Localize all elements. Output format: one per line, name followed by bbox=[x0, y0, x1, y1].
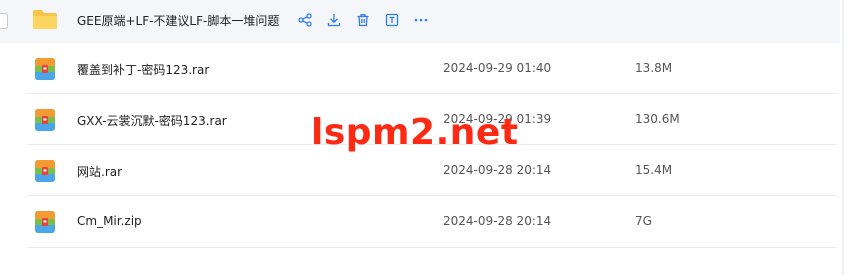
archive-icon bbox=[34, 159, 56, 187]
file-size: 130.6M bbox=[635, 112, 680, 126]
file-size: 15.4M bbox=[635, 163, 673, 177]
file-row[interactable]: Cm_Mir.zip 2024-09-28 20:14 7G bbox=[0, 196, 840, 248]
file-date: 2024-09-28 20:14 bbox=[443, 214, 552, 228]
folder-icon bbox=[32, 8, 58, 34]
file-row[interactable]: 覆盖到补丁-密码123.rar 2024-09-29 01:40 13.8M bbox=[0, 43, 840, 94]
file-name[interactable]: GXX-云裳沉默-密码123.rar bbox=[77, 112, 227, 129]
archive-icon bbox=[34, 210, 56, 238]
file-date: 2024-09-29 01:40 bbox=[443, 61, 552, 75]
rename-icon[interactable] bbox=[384, 12, 400, 28]
scrollbar-track[interactable] bbox=[842, 0, 844, 275]
file-name[interactable]: GEE原端+LF-不建议LF-脚本一堆问题 bbox=[77, 12, 279, 29]
file-size: 7G bbox=[635, 214, 652, 228]
watermark: lspm2.net bbox=[311, 112, 519, 153]
file-name[interactable]: 网站.rar bbox=[77, 163, 122, 180]
row-actions bbox=[297, 3, 442, 37]
delete-icon[interactable] bbox=[355, 12, 371, 28]
file-date: 2024-09-28 20:14 bbox=[443, 163, 552, 177]
download-icon[interactable] bbox=[326, 12, 342, 28]
file-size: 13.8M bbox=[635, 61, 673, 75]
row-checkbox[interactable] bbox=[0, 13, 8, 29]
file-name[interactable]: 覆盖到补丁-密码123.rar bbox=[77, 61, 209, 78]
share-icon[interactable] bbox=[297, 12, 313, 28]
scrollbar[interactable] bbox=[840, 0, 855, 275]
file-name[interactable]: Cm_Mir.zip bbox=[77, 214, 142, 228]
row-divider bbox=[27, 247, 837, 248]
archive-icon bbox=[34, 108, 56, 136]
archive-icon bbox=[34, 57, 56, 85]
more-icon[interactable] bbox=[413, 12, 429, 28]
file-row-folder[interactable]: GEE原端+LF-不建议LF-脚本一堆问题 bbox=[0, 0, 840, 43]
